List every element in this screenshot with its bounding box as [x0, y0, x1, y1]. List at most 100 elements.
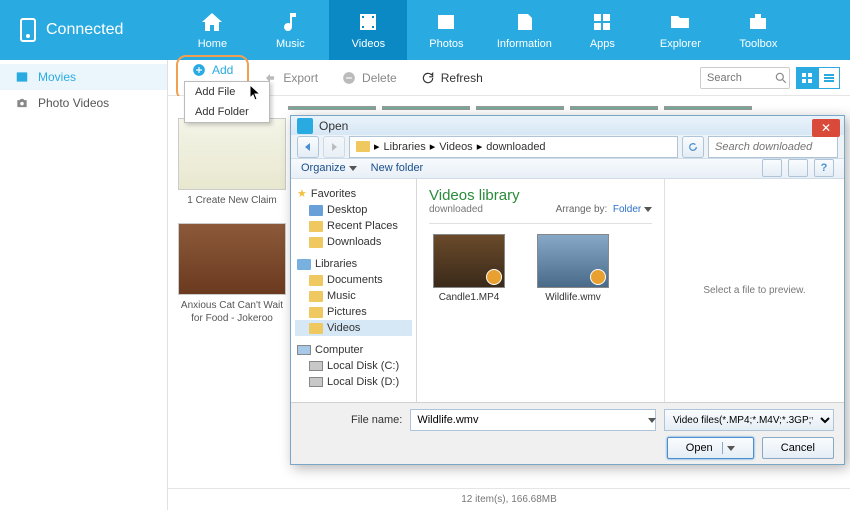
preview-toggle-button[interactable] [788, 159, 808, 177]
arrange-by[interactable]: Arrange by: Folder [556, 204, 652, 215]
refresh-label: Refresh [441, 71, 483, 85]
library-title: Videos library [429, 187, 652, 204]
plus-icon [192, 63, 206, 77]
filename-input[interactable] [410, 409, 656, 431]
open-split[interactable] [722, 442, 735, 454]
file-item[interactable]: Wildlife.wmv [533, 234, 613, 303]
crumb-sep: ▸ [374, 140, 380, 153]
cancel-button[interactable]: Cancel [762, 437, 834, 459]
nav-music[interactable]: Music [251, 0, 329, 60]
crumb[interactable]: Videos [439, 141, 472, 153]
file-item[interactable]: Candle1.MP4 [429, 234, 509, 303]
nav-apps[interactable]: Apps [563, 0, 641, 60]
refresh-path-button[interactable] [682, 136, 704, 158]
chevron-down-icon [349, 166, 357, 171]
sidebar-item-movies[interactable]: Movies [0, 64, 167, 90]
strip-thumb[interactable] [288, 106, 376, 110]
arrow-left-icon [303, 142, 313, 152]
tree-libraries[interactable]: Libraries [295, 256, 412, 272]
tree-documents[interactable]: Documents [295, 272, 412, 288]
organize-button[interactable]: Organize [301, 162, 357, 174]
dialog-app-icon [297, 118, 313, 134]
nav-label: Apps [590, 38, 615, 50]
sidebar: Movies Photo Videos [0, 60, 168, 510]
nav-toolbox[interactable]: Toolbox [719, 0, 797, 60]
view-toggle [796, 67, 840, 89]
refresh-icon [421, 71, 435, 85]
nav-explorer[interactable]: Explorer [641, 0, 719, 60]
forward-button[interactable] [323, 136, 345, 158]
library-icon [297, 259, 311, 270]
tree-pictures[interactable]: Pictures [295, 304, 412, 320]
preview-text: Select a file to preview. [703, 285, 805, 296]
nav-tabs: Home Music Videos Photos Information App… [173, 0, 797, 60]
cursor-icon [250, 85, 264, 101]
tree-favorites[interactable]: ★Favorites [295, 185, 412, 202]
tree-music[interactable]: Music [295, 288, 412, 304]
dialog-file-view: Videos library downloaded Arrange by: Fo… [417, 179, 844, 402]
tree-recent[interactable]: Recent Places [295, 218, 412, 234]
tree-computer[interactable]: Computer [295, 342, 412, 358]
tree-desktop[interactable]: Desktop [295, 202, 412, 218]
toolbar-right [700, 67, 840, 89]
apps-icon [590, 10, 614, 34]
chevron-down-icon [727, 446, 735, 451]
film-icon [14, 70, 30, 84]
add-folder-item[interactable]: Add Folder [185, 102, 269, 122]
strip-thumb[interactable] [382, 106, 470, 110]
add-button[interactable]: Add [182, 59, 243, 81]
close-button[interactable]: ✕ [812, 119, 840, 137]
breadcrumb[interactable]: ▸ Libraries ▸ Videos ▸ downloaded [349, 136, 678, 158]
crumb[interactable]: Libraries [384, 141, 426, 153]
open-button[interactable]: Open [667, 437, 754, 459]
computer-icon [297, 345, 311, 355]
dialog-files: Videos library downloaded Arrange by: Fo… [417, 179, 664, 402]
nav-videos[interactable]: Videos [329, 0, 407, 60]
sidebar-item-photo-videos[interactable]: Photo Videos [0, 90, 167, 116]
home-icon [200, 10, 224, 34]
nav-photos[interactable]: Photos [407, 0, 485, 60]
file-type-filter[interactable]: Video files(*.MP4;*.M4V;*.3GP;* [664, 409, 834, 431]
search-icon[interactable] [774, 71, 788, 85]
video-thumb[interactable]: Anxious Cat Can't Wait for Food - Jokero… [178, 223, 286, 329]
folder-icon [668, 10, 692, 34]
folder-icon [309, 237, 323, 248]
list-view-button[interactable] [818, 67, 840, 89]
toolbox-icon [746, 10, 770, 34]
refresh-button[interactable]: Refresh [411, 67, 493, 89]
crumb[interactable]: downloaded [486, 141, 545, 153]
nav-information[interactable]: Information [485, 0, 563, 60]
disk-icon [309, 361, 323, 371]
back-button[interactable] [297, 136, 319, 158]
grid-view-button[interactable] [796, 67, 818, 89]
strip-thumb[interactable] [570, 106, 658, 110]
dialog-search-input[interactable] [708, 136, 838, 158]
nav-label: Videos [352, 38, 385, 50]
folder-icon [309, 291, 323, 302]
arrow-right-icon [329, 142, 339, 152]
chevron-down-icon [644, 207, 652, 212]
filename-row: File name: Video files(*.MP4;*.M4V;*.3GP… [301, 409, 834, 431]
star-icon: ★ [297, 187, 307, 200]
folder-icon [309, 205, 323, 216]
device-status: Connected [0, 18, 143, 42]
tree-disk-c[interactable]: Local Disk (C:) [295, 358, 412, 374]
tree-disk-d[interactable]: Local Disk (D:) [295, 374, 412, 390]
view-mode-button[interactable] [762, 159, 782, 177]
chevron-down-icon[interactable] [648, 418, 656, 423]
arrange-value[interactable]: Folder [613, 204, 641, 215]
folder-icon [309, 323, 323, 334]
nav-home[interactable]: Home [173, 0, 251, 60]
dialog-path-bar: ▸ Libraries ▸ Videos ▸ downloaded [291, 135, 844, 157]
new-folder-button[interactable]: New folder [371, 162, 424, 174]
dialog-titlebar[interactable]: Open ✕ [291, 116, 844, 135]
help-button[interactable]: ? [814, 159, 834, 177]
tree-downloads[interactable]: Downloads [295, 234, 412, 250]
dialog-title: Open [319, 119, 348, 133]
delete-button[interactable]: Delete [332, 67, 407, 89]
tree-videos[interactable]: Videos [295, 320, 412, 336]
file-thumb-image [537, 234, 609, 288]
video-thumb[interactable]: 1 Create New Claim [178, 118, 286, 211]
strip-thumb[interactable] [476, 106, 564, 110]
strip-thumb[interactable] [664, 106, 752, 110]
